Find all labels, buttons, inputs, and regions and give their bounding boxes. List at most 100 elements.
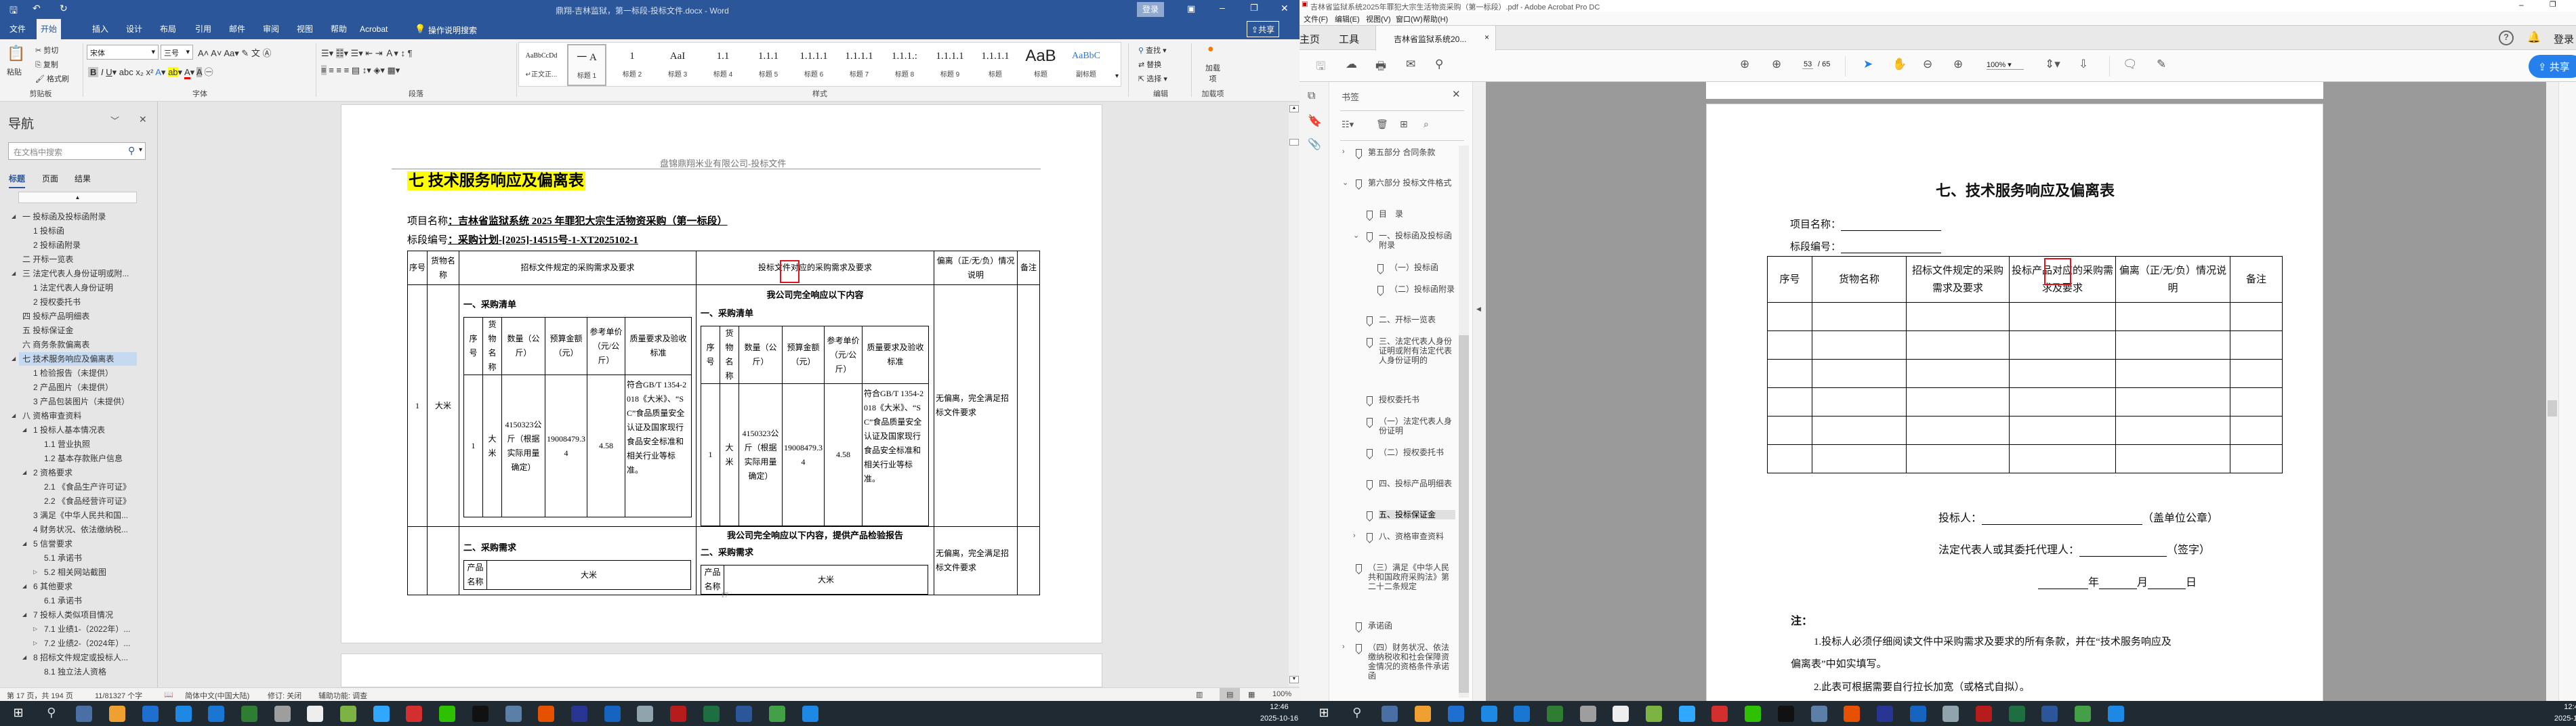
search-icon[interactable]: ⚲ [1435, 58, 1443, 71]
notepad-icon[interactable] [307, 706, 324, 722]
close-button[interactable]: ✕ [1281, 3, 1289, 14]
nav-heading-item[interactable]: 5.2 相关网站截图 [41, 565, 134, 579]
nav-heading-item[interactable]: 7.1 业绩1-（2022年）... [41, 622, 134, 636]
upload-icon[interactable] [802, 706, 818, 722]
collapsed-triangle-icon[interactable]: ▷ [33, 569, 37, 575]
collapsed-triangle-icon[interactable]: ▷ [33, 640, 37, 646]
nav-heading-item[interactable]: 2 资格要求 [30, 466, 134, 479]
excel-icon[interactable] [703, 706, 720, 722]
style-gallery-item[interactable]: 1.1.1.: 标题 8 [885, 44, 924, 86]
ribbon-tab[interactable]: 邮件 [225, 19, 249, 39]
zoom-select[interactable]: 100% ▾ [1987, 60, 2024, 70]
tell-me-search[interactable]: 操作说明搜索 [428, 24, 477, 36]
nav-heading-item[interactable]: 6.1 承诺书 [41, 594, 134, 607]
acrobat-icon[interactable] [670, 706, 686, 722]
zoom-out-icon[interactable]: ⊖ [1923, 58, 1932, 71]
format-painter-button[interactable]: 🖌 格式刷 [35, 73, 69, 84]
nav-heading-item[interactable]: 1.1 营业执照 [41, 437, 134, 451]
nav-heading-item[interactable]: 2 投标函附录 [30, 238, 134, 252]
comment-icon[interactable]: 🗨 [2123, 58, 2138, 71]
nav-heading-item[interactable]: 3 产品包装图片（未提供） [30, 395, 134, 408]
ribbon-tab[interactable]: 视图 [293, 19, 317, 39]
nav-heading-item[interactable]: 4 财务状况、依法缴纳税... [30, 523, 134, 536]
browser-icon[interactable] [1844, 706, 1861, 722]
browser-icon[interactable] [538, 706, 555, 722]
media-icon[interactable] [1415, 706, 1432, 722]
signin-button[interactable]: 登录 [1137, 2, 1164, 17]
font-size-select[interactable]: 三号 ▾ [161, 45, 193, 60]
expanded-triangle-icon[interactable]: ◢ [12, 356, 16, 362]
pdf-viewport[interactable]: 七、技术服务响应及偏离表 项目名称： 标段编号： 序号 货物名称 招标文件规定的… [1486, 82, 2546, 713]
mail-icon[interactable]: ✉ [1406, 58, 1415, 71]
tencent-meeting-icon[interactable] [208, 706, 225, 722]
style-gallery-item[interactable]: 1.1 标题 4 [703, 44, 743, 86]
alignment-icons[interactable]: ≡ ≡ ≡ ≡ ▤ ↕▾ ◈▾ ▦▾ [321, 65, 400, 76]
chevron-right-icon[interactable]: › [1342, 643, 1345, 651]
ribbon-tab[interactable]: 引用 [191, 19, 215, 39]
menu-item[interactable]: 帮助(H) [1423, 14, 1448, 24]
system-clock[interactable]: 12:46 2025-10-16 [2553, 702, 2576, 725]
list-indent-icons[interactable]: ☰▾ ☷▾ ☰▾ ⇤ ⇥ Ａ▾ ↕ ¶ [321, 46, 413, 59]
font-grow-shrink-icons[interactable]: A˄ A˅ Aa▾ ✎ 文 Ⓐ [198, 46, 271, 59]
style-gallery-item[interactable]: 1.1.1.1 标题 [976, 44, 1015, 86]
share-button[interactable]: ⇪共享 [1247, 21, 1280, 37]
read-mode-icon[interactable]: ▥ [1196, 690, 1203, 699]
replace-button[interactable]: ⇄ 替换 [1138, 59, 1161, 70]
chevron-down-icon[interactable]: ▾ [139, 146, 142, 154]
start-icon[interactable]: ⊞ [1316, 706, 1332, 722]
bookmark-item[interactable]: 五、投标保证金 [1379, 510, 1455, 519]
bookmark-item[interactable]: 四、投标产品明细表 [1379, 479, 1455, 488]
collapse-arrow-icon[interactable]: ◀ [1476, 305, 1481, 313]
cloud-icon[interactable] [1909, 706, 1926, 722]
expanded-triangle-icon[interactable]: ◢ [22, 427, 26, 433]
next-page-icon[interactable]: ⊕ [1772, 58, 1781, 71]
close-icon[interactable]: ✕ [1452, 88, 1461, 100]
bookmark-item[interactable]: 第五部分 合同条款 [1368, 148, 1455, 157]
expanded-triangle-icon[interactable]: ◢ [22, 469, 26, 475]
language[interactable]: 简体中文(中国大陆) [185, 690, 249, 701]
nav-heading-item[interactable]: 6 其他要求 [30, 580, 134, 593]
select-button[interactable]: ⇱ 选择 ▾ [1138, 73, 1167, 84]
print-layout-icon[interactable]: ▤ [1220, 688, 1241, 701]
teamviewer-icon[interactable] [1480, 706, 1497, 722]
nav-heading-item[interactable]: 2 授权委托书 [30, 295, 134, 309]
nav-heading-item[interactable]: 2.1 《食品生产许可证》 [41, 480, 134, 494]
track-changes[interactable]: 修订: 关闭 [268, 690, 302, 701]
bookmark-item[interactable]: 八、资格审查资料 [1379, 532, 1455, 541]
style-gallery-item[interactable]: AaB 标题 [1021, 44, 1060, 86]
minimize-button[interactable]: – [2519, 0, 2524, 9]
collapsed-triangle-icon[interactable]: ▷ [33, 626, 37, 632]
ribbon-tab[interactable]: 设计 [122, 19, 146, 39]
nav-tab-pages[interactable]: 页面 [42, 173, 58, 184]
cloud-icon[interactable] [604, 706, 621, 722]
bell-icon[interactable]: 🔔 [2527, 30, 2541, 44]
nav-scroll-up-button[interactable]: ▲ [18, 192, 137, 203]
nav-tab-headings[interactable]: 标题 [9, 173, 26, 188]
tencent-meeting-icon[interactable] [1514, 706, 1531, 722]
ribbon-display-icon[interactable]: ▣ [1187, 3, 1195, 14]
highlight-pen-icon[interactable]: ✎ [2157, 58, 2166, 71]
acrobat-icon[interactable] [1976, 706, 1992, 722]
expanded-triangle-icon[interactable]: ◢ [12, 270, 16, 276]
system-clock[interactable]: 12:46 2025-10-16 [1259, 702, 1300, 725]
page-thumbnails-icon[interactable]: ⧉ [1308, 90, 1315, 102]
photoshop-icon[interactable] [373, 706, 390, 722]
calculator-icon[interactable] [1382, 706, 1398, 722]
bookmark-item[interactable]: （一）投标函 [1390, 263, 1455, 272]
scroll-thumb[interactable] [1459, 335, 1469, 693]
style-gallery-item[interactable]: 1 标题 2 [612, 44, 652, 86]
select-cursor-icon[interactable]: ➤ [1863, 58, 1873, 71]
nav-heading-item[interactable]: 1.2 基本存款账户信息 [41, 452, 134, 465]
bookmark-icon[interactable]: 🔖 [1308, 114, 1322, 128]
bookmark-item[interactable]: （三）满足《中华人民共和国政府采购法》第二十二条规定 [1368, 563, 1455, 591]
scroll-mode-icon[interactable]: ⇩ [2079, 58, 2088, 71]
word-count[interactable]: 11/81327 个字 [95, 690, 142, 701]
excel-icon[interactable] [2008, 706, 2025, 722]
word-icon[interactable] [736, 706, 753, 722]
style-gallery-item[interactable]: 1.1.1.1 标题 6 [794, 44, 833, 86]
vpn-icon[interactable] [570, 706, 587, 722]
close-icon[interactable]: ✕ [139, 114, 147, 125]
undo-icon[interactable]: ↶ [33, 3, 41, 14]
bookmark-item[interactable]: 目 录 [1379, 209, 1455, 219]
recycle-icon[interactable] [274, 706, 291, 722]
